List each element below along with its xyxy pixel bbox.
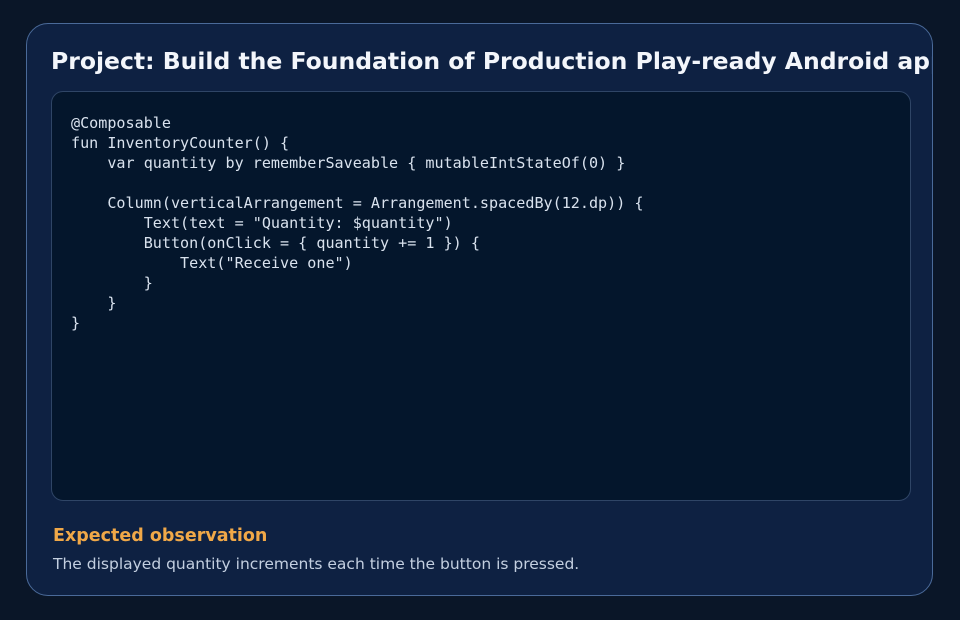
project-card: Project: Build the Foundation of Product… [26,23,933,596]
code-block: @Composable fun InventoryCounter() { var… [51,91,911,501]
observation-heading: Expected observation [53,526,268,546]
observation-text: The displayed quantity increments each t… [53,555,580,573]
project-title: Project: Build the Foundation of Product… [51,47,933,75]
code-snippet: @Composable fun InventoryCounter() { var… [71,114,644,332]
